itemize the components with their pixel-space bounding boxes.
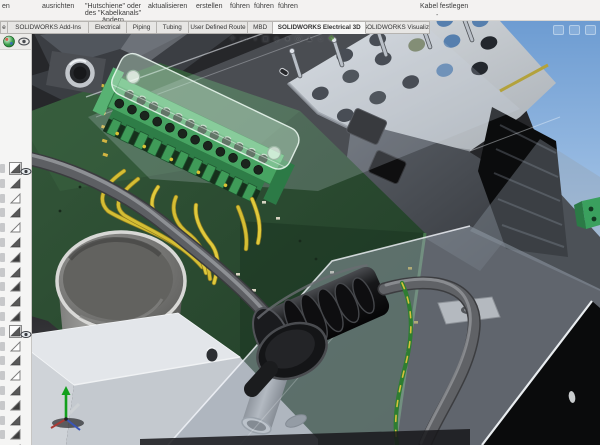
display-row-5[interactable] bbox=[0, 236, 31, 249]
rail-top-icons bbox=[0, 33, 32, 50]
tab-e[interactable]: e bbox=[0, 21, 8, 34]
section-view-icon[interactable]: ▣ bbox=[261, 33, 270, 45]
clipped-component-icon bbox=[0, 430, 5, 439]
display-row-14[interactable] bbox=[0, 369, 31, 382]
tab-tubing[interactable]: Tubing bbox=[157, 21, 189, 34]
previous-view-icon[interactable]: ◑ bbox=[250, 33, 259, 45]
display-row-16[interactable] bbox=[0, 399, 31, 412]
eye-icon[interactable] bbox=[19, 38, 29, 45]
display-pane-header bbox=[0, 33, 31, 50]
edit-appearance-icon[interactable]: ▲ bbox=[305, 33, 314, 45]
clipped-component-icon bbox=[0, 164, 5, 173]
clipped-component-icon bbox=[0, 297, 5, 306]
clipped-component-icon bbox=[0, 342, 5, 351]
display-row-1[interactable] bbox=[0, 177, 31, 190]
display-row-13[interactable] bbox=[0, 354, 31, 367]
display-row-17[interactable] bbox=[0, 414, 31, 427]
apply-scene-icon[interactable]: ❖ bbox=[327, 33, 336, 45]
clipped-component-icon bbox=[0, 401, 5, 410]
clipped-component-icon bbox=[0, 268, 5, 277]
view-settings-icon[interactable]: ☼ bbox=[316, 33, 325, 45]
display-row-15[interactable] bbox=[0, 384, 31, 397]
appearance-sphere-icon[interactable] bbox=[4, 36, 15, 47]
toolbar-button-fuehren-1[interactable]: führen bbox=[230, 3, 250, 10]
clipped-component-icon bbox=[0, 282, 5, 291]
display-style-icon[interactable]: ● bbox=[283, 33, 292, 45]
headsup-view-toolbar: ✛▭◑▣◈●◎▲☼❖ bbox=[228, 33, 336, 45]
toolbar-label-fragment[interactable]: en bbox=[2, 3, 10, 10]
toolbar-button-erstellen[interactable]: erstellen bbox=[196, 3, 222, 10]
display-row-3[interactable] bbox=[0, 206, 31, 219]
toolbar-button-fuehren-3[interactable]: führen bbox=[278, 3, 298, 10]
tab-electrical[interactable]: Electrical bbox=[89, 21, 127, 34]
toolbar-button-fuehren-2[interactable]: führen bbox=[254, 3, 274, 10]
pane-ghost-icon-2[interactable] bbox=[569, 25, 580, 35]
display-row-18[interactable] bbox=[0, 428, 31, 441]
command-toolbar: en ausrichten "Hutschiene" oder des "Kab… bbox=[0, 0, 600, 21]
display-row-7[interactable] bbox=[0, 266, 31, 279]
toolbar-button-ausrichten[interactable]: ausrichten bbox=[42, 3, 74, 10]
display-row-8[interactable] bbox=[0, 280, 31, 293]
pane-corner-icons bbox=[553, 25, 596, 35]
display-row-6[interactable] bbox=[0, 251, 31, 264]
view-orientation-icon[interactable]: ◈ bbox=[272, 33, 281, 45]
toolbar-button-aktualisieren[interactable]: aktualisieren bbox=[148, 3, 187, 10]
clipped-component-icon bbox=[0, 253, 5, 262]
zoom-area-icon[interactable]: ▭ bbox=[239, 33, 248, 45]
tab-mbd[interactable]: MBD bbox=[248, 21, 273, 34]
tab-solidworks-add-ins[interactable]: SOLIDWORKS Add-Ins bbox=[8, 21, 89, 34]
display-row-9[interactable] bbox=[0, 295, 31, 308]
display-row-10[interactable] bbox=[0, 310, 31, 323]
clipped-component-icon bbox=[0, 371, 5, 380]
clipped-component-icon bbox=[0, 416, 5, 425]
clipped-component-icon bbox=[0, 223, 5, 232]
display-row-0[interactable] bbox=[0, 162, 31, 175]
3d-scene bbox=[0, 21, 600, 445]
tab-solidworks-visualize[interactable]: SOLIDWORKS Visualize bbox=[366, 21, 430, 34]
pane-ghost-icon-1[interactable] bbox=[553, 25, 564, 35]
hide-show-icon[interactable]: ◎ bbox=[294, 33, 303, 45]
clipped-component-icon bbox=[0, 327, 5, 336]
tab-user-defined-route[interactable]: User Defined Route bbox=[189, 21, 249, 34]
clipped-component-icon bbox=[0, 238, 5, 247]
tab-piping[interactable]: Piping bbox=[127, 21, 157, 34]
clipped-component-icon bbox=[0, 356, 5, 365]
commandmanager-tabs: eSOLIDWORKS Add-InsElectricalPipingTubin… bbox=[0, 21, 430, 34]
display-row-12[interactable] bbox=[0, 340, 31, 353]
3d-viewport[interactable] bbox=[0, 21, 600, 445]
clipped-component-icon bbox=[0, 194, 5, 203]
clipped-component-icon bbox=[0, 179, 5, 188]
toolbar-label-line2: des "Kabelkanals" bbox=[82, 10, 144, 17]
display-row-4[interactable] bbox=[0, 221, 31, 234]
tab-solidworks-electrical-3d[interactable]: SOLIDWORKS Electrical 3D bbox=[273, 21, 366, 34]
solidworks-window: { "toolbar": { "items": [ { "label": "en… bbox=[0, 0, 600, 445]
display-row-2[interactable] bbox=[0, 192, 31, 205]
pane-ghost-icon-3[interactable] bbox=[585, 25, 596, 35]
toolbar-button-kabel-festlegen[interactable]: Kabel festlegen bbox=[420, 3, 468, 10]
display-row-11[interactable] bbox=[0, 325, 31, 338]
zoom-fit-icon[interactable]: ✛ bbox=[228, 33, 237, 45]
clipped-component-icon bbox=[0, 386, 5, 395]
display-pane-rail bbox=[0, 33, 32, 445]
clipped-component-icon bbox=[0, 312, 5, 321]
toolbar-label-line1: "Hutschiene" oder bbox=[82, 3, 144, 10]
kabel-dropdown-dash[interactable]: - bbox=[436, 12, 438, 19]
clipped-component-icon bbox=[0, 208, 5, 217]
